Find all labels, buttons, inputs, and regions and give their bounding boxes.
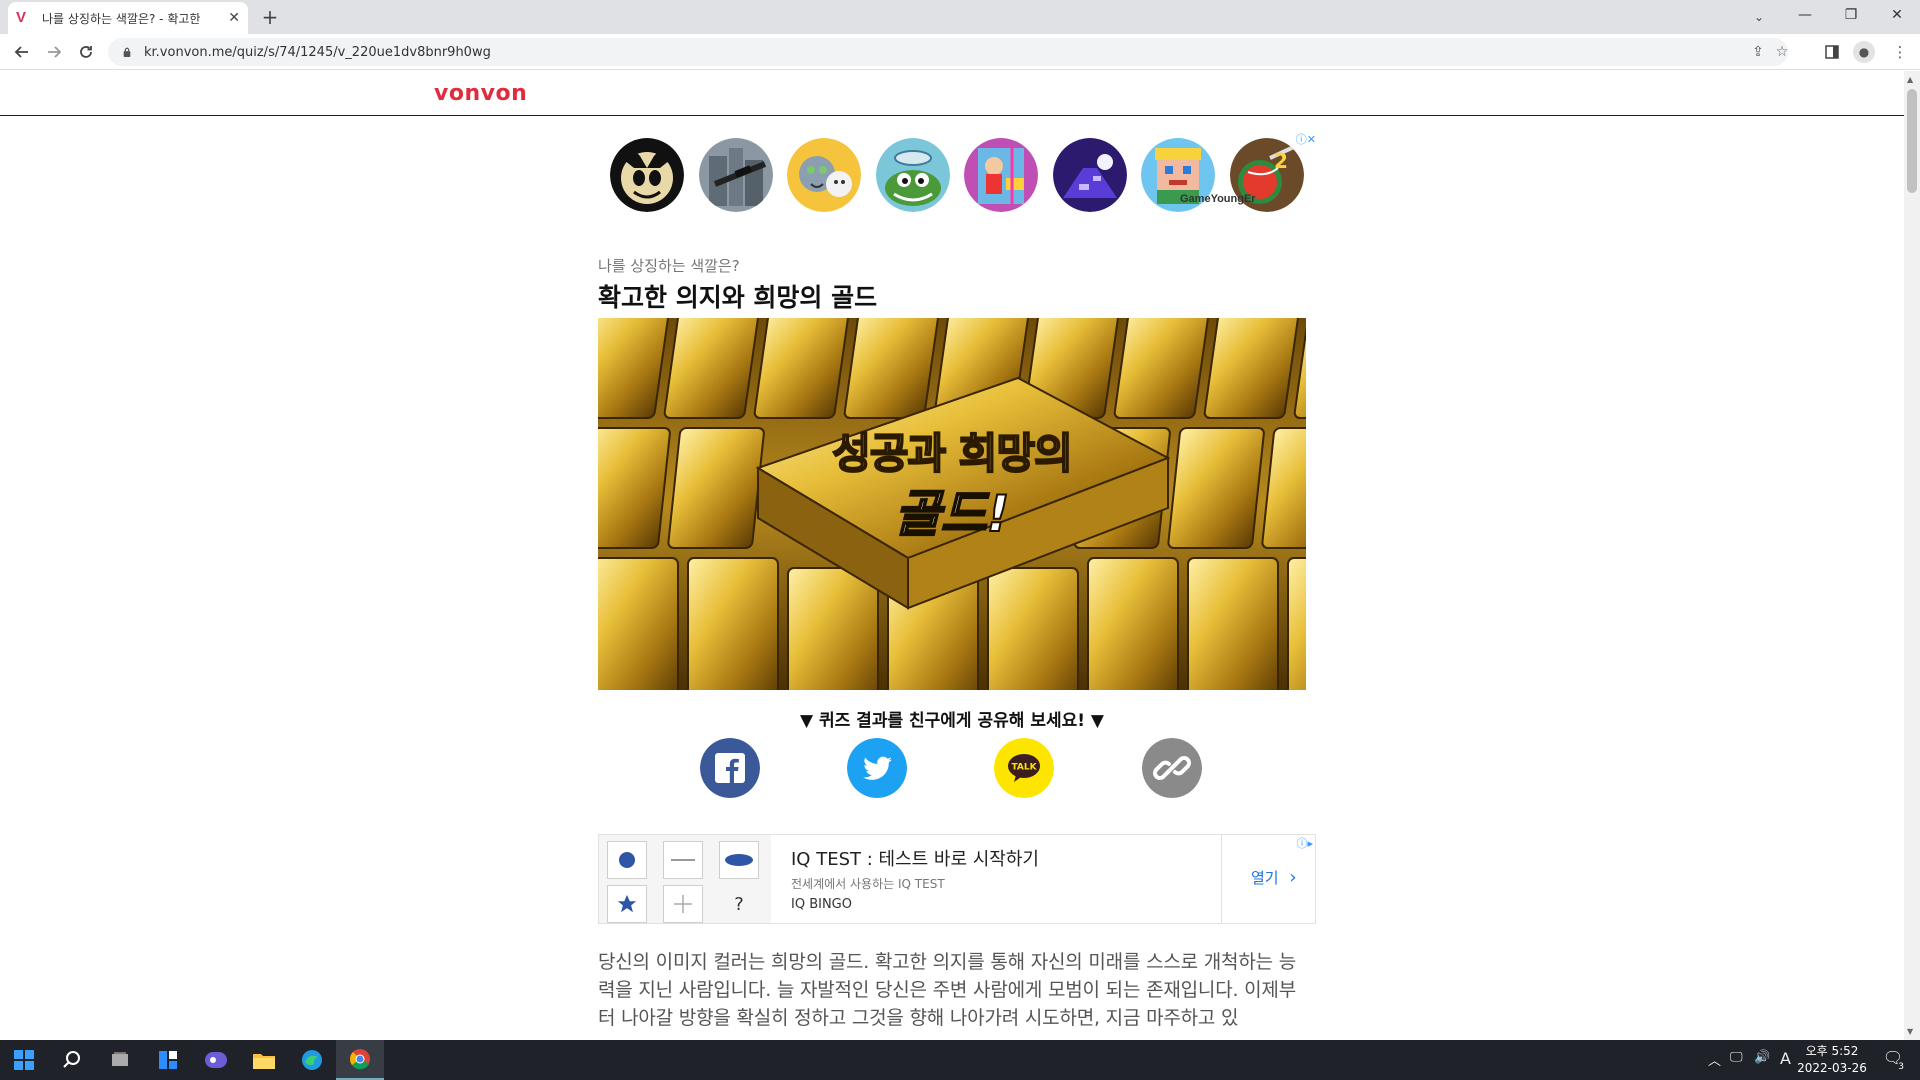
tab-title: 나를 상징하는 색깔은? - 확고한 — [42, 11, 201, 26]
facebook-share-button[interactable] — [700, 738, 760, 798]
ad-line-icon — [663, 841, 703, 879]
image-caption-line1: 성공과 희망의 — [831, 428, 1073, 479]
scroll-up-icon[interactable]: ▲ — [1907, 75, 1913, 84]
back-arrow-icon — [14, 46, 28, 58]
search-icon — [63, 1051, 80, 1068]
tab-close-icon[interactable]: ✕ — [228, 10, 240, 26]
task-view-icon — [112, 1052, 128, 1066]
vonvon-favicon-icon: V — [16, 9, 27, 26]
back-button[interactable] — [8, 38, 36, 66]
ad-circle-icon — [607, 841, 647, 879]
notification-count: 3 — [1898, 1062, 1904, 1072]
scroll-down-icon[interactable]: ▼ — [1907, 1027, 1913, 1036]
ad-thumbnail-grid: ? — [599, 835, 771, 923]
close-window-button[interactable]: ✕ — [1874, 0, 1920, 34]
ad-divider — [1221, 835, 1222, 923]
forward-arrow-icon — [48, 46, 62, 58]
ad-choices-icon[interactable]: ⓘ✕ — [1286, 131, 1316, 146]
ad-question-mark: ? — [734, 893, 744, 915]
game-icon-bendy[interactable] — [610, 138, 684, 212]
share-heading: ▼ 퀴즈 결과를 친구에게 공유해 보세요! ▼ — [799, 711, 1104, 731]
network-icon[interactable]: 🖵 — [1730, 1050, 1743, 1065]
browser-tab-strip: V 나를 상징하는 색깔은? - 확고한 ✕ + ⌄ — ❐ ✕ — [0, 0, 1920, 34]
chat-icon — [205, 1052, 227, 1068]
kakao-talk-label: TALK — [1011, 763, 1037, 773]
side-panel-icon — [1825, 45, 1839, 59]
browser-tab-active[interactable]: V 나를 상징하는 색깔은? - 확고한 ✕ — [8, 2, 248, 34]
volume-icon[interactable]: 🔊 — [1754, 1050, 1770, 1065]
tab-search-icon[interactable]: ⌄ — [1746, 4, 1772, 30]
folder-icon — [253, 1054, 275, 1069]
bookmark-star-icon[interactable]: ☆ — [1772, 44, 1792, 60]
reload-button[interactable] — [72, 38, 100, 66]
game-icon-tiles-hop[interactable] — [1052, 138, 1127, 212]
reload-icon — [80, 46, 92, 58]
chrome-browser-button[interactable] — [336, 1040, 384, 1080]
ad-plus-icon — [663, 885, 703, 923]
ad-open-button[interactable]: 열기 › — [1251, 867, 1297, 888]
kakaotalk-share-button[interactable]: TALK — [994, 738, 1054, 798]
search-button[interactable] — [48, 1040, 96, 1080]
ad-headline[interactable]: IQ TEST : 테스트 바로 시작하기 — [791, 845, 1039, 871]
ime-indicator[interactable]: A — [1780, 1049, 1791, 1068]
result-description: 당신의 이미지 컬러는 희망의 골드. 확고한 의지를 통해 자신의 미래를 스… — [598, 951, 1296, 1029]
new-tab-button[interactable]: + — [258, 5, 282, 29]
windows-logo-icon — [14, 1050, 34, 1070]
clock-date: 2022-03-26 — [1797, 1061, 1867, 1075]
url-text: kr.vonvon.me/quiz/s/74/1245/v_220ue1dv8b… — [144, 44, 491, 60]
window-controls: — ❐ ✕ — [1782, 0, 1920, 34]
result-title: 확고한 의지와 희망의 골드 — [598, 283, 878, 312]
game-ad-brand-label: GameYoungEr — [1180, 193, 1256, 205]
restore-button[interactable]: ❐ — [1828, 0, 1874, 34]
minimize-button[interactable]: — — [1782, 0, 1828, 34]
browser-toolbar: kr.vonvon.me/quiz/s/74/1245/v_220ue1dv8b… — [0, 34, 1920, 70]
result-image: 성공과 희망의 골드! — [598, 318, 1306, 690]
game-icon-sniper[interactable] — [698, 138, 773, 212]
notification-center-button[interactable]: 🗨 3 — [1880, 1048, 1906, 1072]
ad-brand: IQ BINGO — [791, 897, 852, 912]
chrome-icon — [350, 1049, 370, 1070]
widgets-button[interactable] — [144, 1040, 192, 1080]
page-scrollbar[interactable]: ▲ ▼ — [1904, 71, 1920, 1040]
widgets-icon — [159, 1051, 177, 1069]
game-icon-hero-rescue[interactable] — [964, 138, 1039, 212]
ad-description: 전세계에서 사용하는 IQ TEST — [791, 877, 945, 891]
ad-open-label: 열기 — [1251, 869, 1279, 887]
copy-link-button[interactable] — [1142, 738, 1202, 798]
image-caption-line2: 골드! — [894, 484, 1011, 544]
clock-time: 오후 5:52 — [1805, 1044, 1859, 1058]
scroll-thumb[interactable] — [1907, 89, 1917, 193]
forward-button[interactable] — [40, 38, 68, 66]
ad-ellipse-icon — [719, 841, 759, 879]
address-bar[interactable]: kr.vonvon.me/quiz/s/74/1245/v_220ue1dv8b… — [108, 38, 1788, 66]
taskbar-clock[interactable]: 오후 5:52 2022-03-26 — [1792, 1043, 1872, 1077]
task-view-button[interactable] — [96, 1040, 144, 1080]
edge-icon — [302, 1050, 322, 1070]
teams-chat-button[interactable] — [192, 1040, 240, 1080]
menu-kebab-icon[interactable]: ⋮ — [1886, 38, 1914, 66]
windows-taskbar: ︿ 🖵 🔊 A 오후 5:52 2022-03-26 🗨 3 — [0, 1040, 1920, 1080]
svg-text:2: 2 — [1274, 149, 1288, 173]
share-page-icon[interactable]: ⇪ — [1748, 44, 1768, 60]
quiz-subtitle: 나를 상징하는 색깔은? — [598, 257, 740, 275]
lock-icon — [123, 47, 131, 57]
site-header: vonvon — [0, 71, 1904, 116]
edge-browser-button[interactable] — [288, 1040, 336, 1080]
ad-star-icon — [607, 885, 647, 923]
start-button[interactable] — [0, 1040, 48, 1080]
site-logo[interactable]: vonvon — [434, 81, 527, 106]
side-panel-button[interactable] — [1818, 38, 1846, 66]
file-explorer-button[interactable] — [240, 1040, 288, 1080]
ad-info-icon[interactable]: ⓘ▸ — [1296, 835, 1313, 851]
twitter-share-button[interactable] — [847, 738, 907, 798]
chevron-right-icon: › — [1289, 867, 1297, 888]
tray-overflow-icon[interactable]: ︿ — [1708, 1050, 1721, 1069]
game-icon-swampy[interactable] — [875, 138, 950, 212]
game-icon-talking-tom[interactable] — [787, 138, 862, 212]
iq-test-ad[interactable]: ? IQ TEST : 테스트 바로 시작하기 전세계에서 사용하는 IQ TE… — [598, 834, 1316, 924]
profile-avatar[interactable]: ● — [1853, 41, 1875, 63]
